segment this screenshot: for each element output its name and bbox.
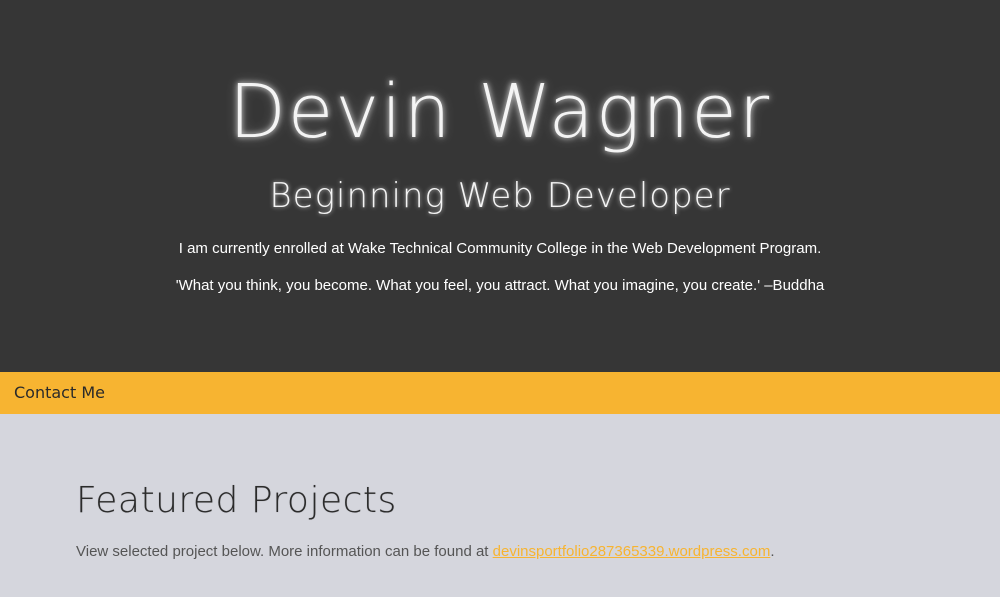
description-suffix: .: [770, 543, 775, 560]
hero-section: Devin Wagner Beginning Web Developer I a…: [0, 0, 1000, 372]
featured-projects-section: Featured Projects View selected project …: [0, 414, 1000, 597]
featured-projects-title: Featured Projects: [76, 480, 397, 521]
hero-subtitle: Beginning Web Developer: [269, 176, 731, 216]
hero-quote-text: 'What you think, you become. What you fe…: [175, 277, 825, 294]
description-prefix: View selected project below. More inform…: [76, 543, 493, 560]
hero-name: Devin Wagner: [228, 69, 772, 155]
featured-projects-description: View selected project below. More inform…: [76, 543, 774, 560]
portfolio-link[interactable]: devinsportfolio287365339.wordpress.com: [493, 543, 771, 560]
contact-me-link[interactable]: Contact Me: [14, 383, 105, 402]
hero-intro-text: I am currently enrolled at Wake Technica…: [178, 240, 822, 257]
navigation-bar: Contact Me: [0, 372, 1000, 414]
